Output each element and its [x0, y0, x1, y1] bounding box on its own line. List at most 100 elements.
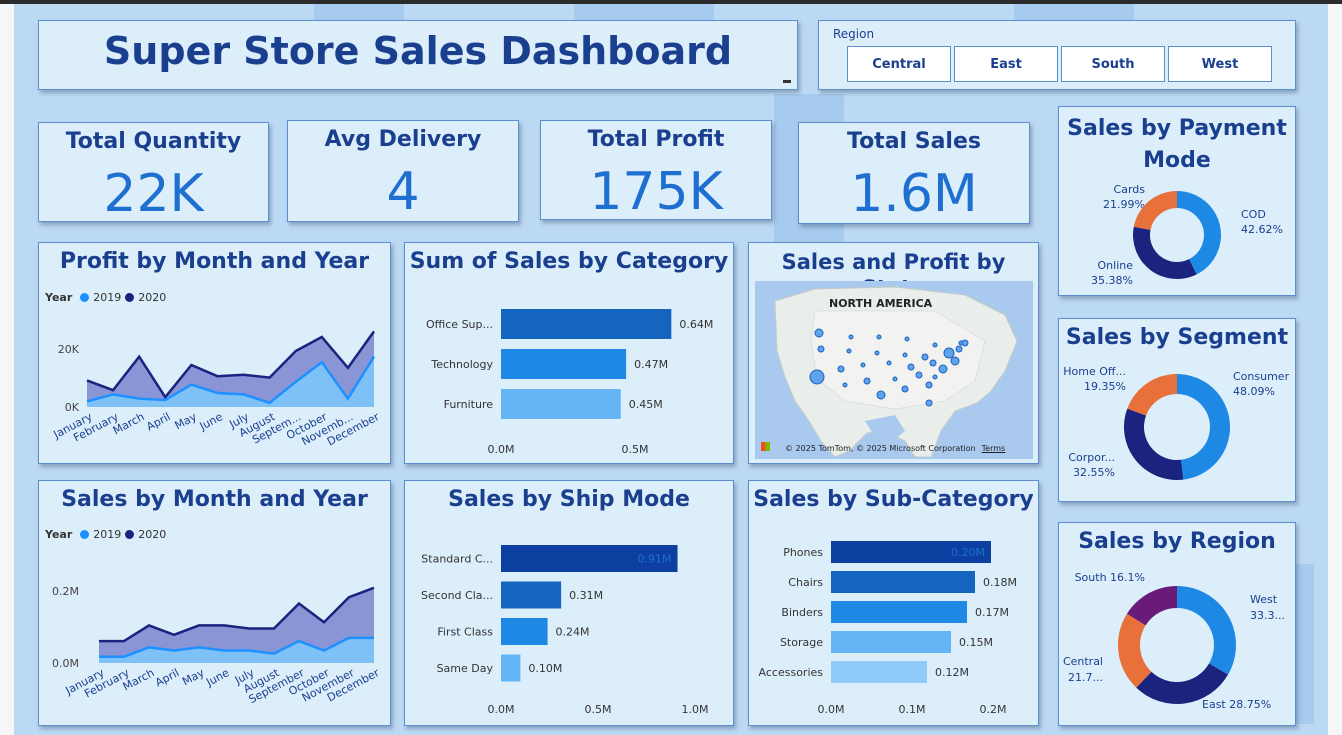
state-bubble	[921, 353, 929, 361]
state-bubble	[950, 356, 960, 366]
x-tick-label: 0.2M	[980, 703, 1007, 716]
state-bubble	[848, 334, 854, 340]
bar-category-label: Chairs	[788, 576, 823, 589]
legend-item-2020: 2020	[138, 528, 167, 541]
bar-data-label: 0.17M	[975, 606, 1009, 619]
kpi-avg-delivery: Avg Delivery 4	[287, 120, 519, 222]
kpi-total-profit: Total Profit 175K	[540, 120, 772, 222]
slice-label-home-office: Home Off...	[1063, 365, 1126, 378]
sales-by-segment-chart[interactable]: Sales by Segment Home Off... 19.35% Cons…	[1058, 318, 1296, 502]
y-tick-label: 0.0M	[52, 657, 79, 670]
x-tick-label: 0.1M	[899, 703, 926, 716]
state-bubble	[925, 399, 933, 407]
kpi-label: Avg Delivery	[324, 127, 482, 152]
region-button-south[interactable]: South	[1061, 46, 1165, 82]
x-tick-label: 0.5M	[585, 703, 612, 716]
bar	[831, 661, 927, 683]
map-logo	[761, 442, 770, 451]
x-tick-label: June	[203, 666, 231, 689]
chart-title: Sales by Sub-Category	[753, 487, 1034, 512]
state-bubble	[876, 390, 886, 400]
bar-category-label: First Class	[437, 626, 493, 639]
state-bubble	[932, 342, 938, 348]
bar-data-label: 0.91M	[638, 553, 672, 566]
chart-title: Sum of Sales by Category	[409, 249, 729, 274]
region-button-central[interactable]: Central	[847, 46, 951, 82]
x-tick-label: May	[180, 666, 207, 688]
state-bubble	[938, 364, 948, 374]
bar-category-label: Storage	[780, 636, 823, 649]
map-credit: © 2025 TomTom, © 2025 Microsoft Corporat…	[785, 444, 1005, 453]
bar-data-label: 0.15M	[959, 636, 993, 649]
segment-donut: Home Off... 19.35% Consumer 48.09% Corpo…	[1063, 365, 1290, 480]
sub-category-bar-plot: Phones 0.20M Chairs 0.18M Binders 0.17M Storag…	[759, 541, 1017, 716]
state-bubble	[907, 363, 915, 371]
sales-profit-by-state-map[interactable]: Sales and Profit by State NORTH AMERICA …	[748, 242, 1039, 464]
sales-by-payment-mode-chart[interactable]: Sales by Payment Mode Cards 21.99% COD 4…	[1058, 106, 1296, 296]
region-donut: South 16.1% West 33.3... Central 21.7...…	[1063, 571, 1285, 711]
slice-label-south: South 16.1%	[1075, 571, 1145, 584]
bar-data-label: 0.18M	[983, 576, 1017, 589]
profit-by-month-chart[interactable]: Profit by Month and Year Year 2019 2020 …	[38, 242, 391, 464]
region-button-west[interactable]: West	[1168, 46, 1272, 82]
sales-by-region-chart[interactable]: Sales by Region South 16.1% West 33.3...…	[1058, 522, 1296, 726]
legend-dot-2019	[80, 530, 90, 539]
donut-slice	[1177, 374, 1230, 480]
bar-data-label: 0.24M	[556, 626, 590, 639]
dashboard-title-panel: Super Store Sales Dashboard	[38, 20, 798, 90]
x-tick-label: April	[153, 666, 181, 689]
region-slicer-label: Region	[833, 27, 875, 41]
sales-by-month-chart[interactable]: Sales by Month and Year Year 2019 2020 0…	[38, 480, 391, 726]
region-slicer: Region Central East South West	[818, 20, 1296, 90]
sales-by-ship-mode-chart[interactable]: Sales by Ship Mode Standard C... 0.91M Sec…	[404, 480, 734, 726]
chart-title: Sales by Month and Year	[61, 487, 368, 512]
slice-label-cards: Cards	[1114, 183, 1146, 196]
bar	[501, 654, 521, 682]
dashboard-title: Super Store Sales Dashboard	[103, 29, 733, 73]
chart-title: Profit by Month and Year	[59, 249, 370, 274]
kpi-value: 175K	[589, 162, 723, 222]
slice-label-corporate: Corpor...	[1068, 451, 1115, 464]
bar	[831, 601, 967, 623]
state-bubble	[860, 362, 866, 368]
bar-data-label: 0.10M	[528, 662, 562, 675]
x-tick-label: 0.0M	[488, 703, 515, 716]
bar-data-label: 0.45M	[629, 398, 663, 411]
chart-legend: Year 2019 2020	[45, 528, 166, 541]
state-bubble	[886, 360, 892, 366]
donut-slice	[1133, 226, 1197, 279]
map-canvas[interactable]: NORTH AMERICA © 2025 TomTom, © 2025 Micr…	[755, 281, 1033, 459]
sales-by-category-chart[interactable]: Sum of Sales by Category Office Sup... 0.…	[404, 242, 734, 464]
donut-slice	[1177, 586, 1236, 675]
map-terms-link[interactable]: Terms	[982, 444, 1006, 453]
slice-pct-corporate: 32.55%	[1073, 466, 1115, 479]
profit-area-plot: 20K 0K JanuaryFebruaryMarchApril MayJune J…	[51, 330, 382, 448]
bar-category-label: Same Day	[437, 662, 494, 675]
state-bubble	[932, 374, 938, 380]
legend-title: Year	[45, 291, 73, 304]
kpi-label: Total Quantity	[65, 129, 242, 154]
sales-area-plot: 0.2M 0.0M JanuaryFebruaryMarchAprilMayJu…	[52, 585, 382, 706]
slice-pct-cards: 21.99%	[1103, 198, 1145, 211]
legend-item-2020: 2020	[138, 291, 167, 304]
bar	[831, 631, 951, 653]
minimize-marker	[783, 80, 791, 83]
slice-pct-central: 21.7...	[1068, 671, 1103, 684]
state-bubble	[837, 365, 845, 373]
bar-category-label: Furniture	[444, 398, 494, 411]
x-tick-label: 0.5M	[622, 443, 649, 456]
kpi-total-quantity: Total Quantity 22K	[38, 122, 269, 223]
state-bubble	[876, 334, 882, 340]
payment-donut: Cards 21.99% COD 42.62% Online 35.38%	[1091, 183, 1283, 287]
region-button-east[interactable]: East	[954, 46, 1058, 82]
sales-by-sub-category-chart[interactable]: Sales by Sub-Category Phones 0.20M Chairs 0…	[748, 480, 1039, 726]
bar	[501, 618, 548, 645]
bar-category-label: Binders	[781, 606, 823, 619]
map-region-label: NORTH AMERICA	[829, 297, 933, 310]
map-credit-text: © 2025 TomTom, © 2025 Microsoft Corporat…	[785, 444, 976, 453]
ship-mode-bar-plot: Standard C... 0.91M Second Cla... 0.31M Firs…	[421, 545, 708, 716]
slice-label-central: Central	[1063, 655, 1103, 668]
donut-slice	[1118, 613, 1152, 688]
x-tick-label: 0.0M	[488, 443, 515, 456]
bar-category-label: Phones	[783, 546, 823, 559]
